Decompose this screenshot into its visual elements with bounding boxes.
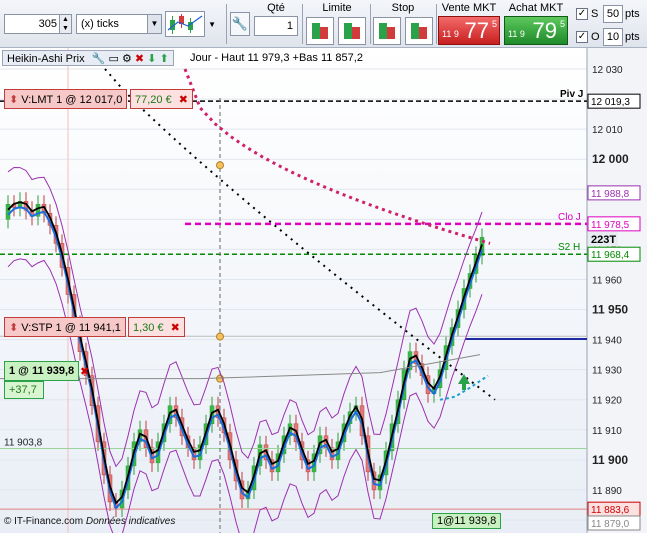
period-unit-select[interactable]: (x) ticks ▼ xyxy=(76,14,162,34)
limit-buy-button[interactable] xyxy=(306,17,334,45)
chart-type-chevron-icon[interactable]: ▼ xyxy=(208,20,216,29)
cursor-handle xyxy=(216,161,224,170)
sell-market-button[interactable]: 11 9 77 5 xyxy=(438,16,500,45)
footer-note: Données indicatives xyxy=(85,516,176,527)
price-axis-tick: 11 890 xyxy=(592,486,622,497)
window-icon[interactable]: ▭ xyxy=(108,53,118,65)
position-badge: 1@11 939,8 xyxy=(432,513,502,529)
chart-type-button[interactable]: ▼ xyxy=(165,11,216,37)
close-icon[interactable]: ✖ xyxy=(179,93,188,106)
price-axis-tick: 12 030 xyxy=(592,65,623,76)
sell-price-decimal: 5 xyxy=(491,19,497,29)
period-spinner[interactable]: 305 ▲ ▼ xyxy=(4,14,72,34)
candlestick-chart-icon xyxy=(167,14,203,34)
toolbar-divider xyxy=(226,4,227,44)
price-tag-label: 11 968,4 xyxy=(591,250,630,261)
legend-title: Heikin-Ashi Prix xyxy=(7,53,85,65)
buy-mkt-label: Achat MKT xyxy=(508,2,564,14)
period-unit: (x) ticks xyxy=(81,18,119,30)
position-text: 1 @ 11 939,8 xyxy=(9,365,75,377)
price-axis-tick: 11 950 xyxy=(592,303,628,317)
toolbar: 305 ▲ ▼ (x) ticks ▼ ▼ 🔧 Qté 1 Limite Stop… xyxy=(0,0,647,48)
chart-footer: © IT-Finance.com Données indicatives xyxy=(4,516,175,527)
toolbar-divider xyxy=(302,4,303,44)
stop-order-icon: ⬍ xyxy=(9,322,19,334)
buy-price-decimal: 5 xyxy=(559,19,565,29)
toolbar-divider xyxy=(370,4,371,44)
close-position-icon[interactable]: ✖ xyxy=(80,365,89,378)
move-down-icon[interactable]: ⬇ xyxy=(147,53,156,65)
limit-label: Limite xyxy=(322,2,352,14)
stop-pnl-value: 1,30 € xyxy=(133,322,164,334)
position-tag[interactable]: 1 @ 11 939,8 xyxy=(4,361,80,381)
line-label: S2 H xyxy=(558,242,580,253)
chart-legend: Heikin-Ashi Prix 🔧 ▭ ⚙ ✖ ⬇ ⬆ xyxy=(2,50,174,66)
qty-input[interactable]: 1 xyxy=(254,16,298,36)
move-up-icon[interactable]: ⬆ xyxy=(159,53,168,65)
price-tag-label: 12 019,3 xyxy=(591,97,630,108)
buy-market-button[interactable]: 11 9 79 5 xyxy=(504,16,568,45)
price-axis-tick: 11 920 xyxy=(592,396,622,407)
line-label: Piv J xyxy=(560,89,583,100)
settings-wrench-button[interactable]: 🔧 xyxy=(230,12,250,36)
o-unit: pts xyxy=(625,31,640,43)
candle-body xyxy=(5,204,11,220)
buy-price-prefix: 11 9 xyxy=(508,29,525,39)
stop-order-pnl[interactable]: 1,30 € ✖ xyxy=(128,317,185,337)
wrench-icon[interactable]: 🔧 xyxy=(92,53,106,65)
limit-pnl-value: 77,20 € xyxy=(135,94,172,106)
settings-icon[interactable]: ⚙ xyxy=(122,53,132,65)
price-axis-tick: 11 910 xyxy=(592,426,622,437)
stop-buy-button[interactable] xyxy=(373,17,401,45)
limit-order-pnl[interactable]: 77,20 € ✖ xyxy=(130,89,193,109)
s-points-input[interactable]: 50 xyxy=(603,5,623,23)
o-checkbox[interactable]: ✓ xyxy=(576,31,588,43)
s-checkbox[interactable]: ✓ xyxy=(576,8,588,20)
price-chart[interactable]: 12 03012 02012 01012 00011 99011 98011 9… xyxy=(0,48,647,533)
close-icon[interactable]: ✖ xyxy=(135,53,144,65)
close-icon[interactable]: ✖ xyxy=(171,321,180,334)
stop-sell-button[interactable] xyxy=(405,17,433,45)
o-points-input[interactable]: 10 xyxy=(603,28,623,46)
s-unit: pts xyxy=(625,8,640,20)
price-axis-tick: 12 000 xyxy=(592,152,629,166)
price-tag-label: 11 883,6 xyxy=(591,505,630,516)
tick-count-label: 223T xyxy=(591,234,616,246)
price-axis-tick: 11 900 xyxy=(592,453,628,467)
day-range-info: Jour - Haut 11 979,3 +Bas 11 857,2 xyxy=(190,52,363,64)
stop-order-tag[interactable]: ⬍ V:STP 1 @ 11 941,1 xyxy=(4,317,126,337)
price-axis-tick: 11 940 xyxy=(592,336,622,347)
s-label: S xyxy=(591,8,599,20)
o-label: O xyxy=(591,31,600,43)
chart-canvas[interactable]: 12 03012 02012 01012 00011 99011 98011 9… xyxy=(0,48,647,533)
price-axis-tick: 11 960 xyxy=(592,275,622,286)
cursor-handle xyxy=(216,332,224,341)
sell-mkt-label: Vente MKT xyxy=(441,2,497,14)
period-value: 305 xyxy=(38,18,57,30)
limit-sell-button[interactable] xyxy=(338,17,366,45)
footer-brand: © IT-Finance.com xyxy=(4,516,84,527)
price-tag-label: 11 879,0 xyxy=(591,519,630,530)
spinner-arrows-icon[interactable]: ▲ ▼ xyxy=(59,15,71,33)
chevron-down-icon[interactable]: ▼ xyxy=(147,15,161,33)
price-axis-tick: 11 930 xyxy=(592,366,622,377)
position-pnl: +37,7 xyxy=(4,381,44,399)
limit-order-tag[interactable]: ⬍ V:LMT 1 @ 12 017,0 xyxy=(4,89,128,109)
level-label: 11 903,8 xyxy=(4,437,43,448)
price-tag-label: 11 988,8 xyxy=(591,189,630,200)
stop-label: Stop xyxy=(391,2,415,14)
buy-price-main: 79 xyxy=(532,18,557,43)
price-axis-tick: 12 010 xyxy=(592,125,623,136)
line-label: Clo J xyxy=(558,212,581,223)
sell-price-main: 77 xyxy=(464,18,489,43)
limit-order-text: V:LMT 1 @ 12 017,0 xyxy=(21,94,123,106)
wrench-icon: 🔧 xyxy=(231,16,249,31)
toolbar-divider xyxy=(436,4,437,44)
qty-label: Qté xyxy=(267,2,285,14)
limit-order-icon: ⬍ xyxy=(9,94,19,106)
sell-price-prefix: 11 9 xyxy=(442,29,459,39)
price-tag-label: 11 978,5 xyxy=(591,220,630,231)
stop-order-text: V:STP 1 @ 11 941,1 xyxy=(21,322,121,334)
